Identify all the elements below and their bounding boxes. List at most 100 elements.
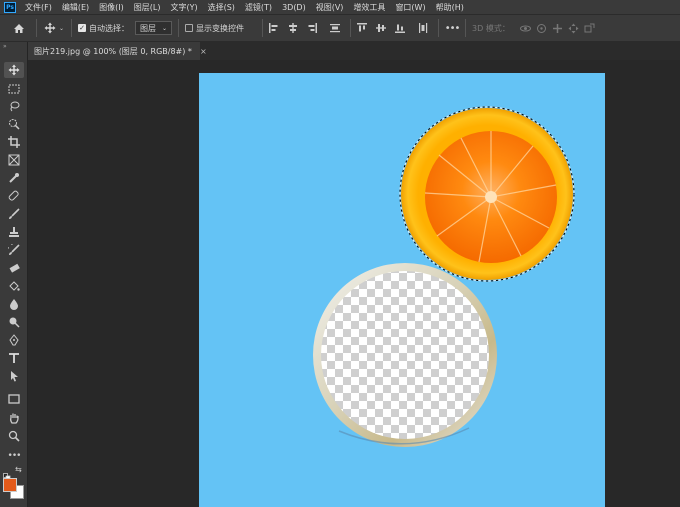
paint-bucket-icon bbox=[8, 277, 20, 296]
align-hcenter-icon[interactable] bbox=[288, 23, 298, 33]
menu-help[interactable]: 帮助(H) bbox=[431, 2, 469, 13]
clone-stamp-icon bbox=[8, 223, 20, 242]
rectangle-tool[interactable] bbox=[4, 390, 24, 406]
frame-icon bbox=[8, 151, 20, 170]
dodge-tool[interactable] bbox=[4, 314, 24, 330]
blur-icon bbox=[8, 295, 20, 314]
marquee-icon bbox=[8, 79, 20, 98]
eraser-tool[interactable] bbox=[4, 260, 24, 276]
canvas-artwork bbox=[313, 106, 575, 447]
options-bar: ⌄ ✓ 自动选择： 图层 ⌄ 显示变换控件 ••• 3D 模式： bbox=[0, 14, 680, 42]
align-top-icon[interactable] bbox=[357, 23, 368, 33]
auto-select-checkbox[interactable]: ✓ bbox=[78, 24, 86, 32]
align-vcenter-icon[interactable] bbox=[376, 23, 387, 33]
menu-plugins[interactable]: 增效工具 bbox=[348, 2, 390, 13]
crop-icon bbox=[8, 133, 20, 152]
menu-image[interactable]: 图像(I) bbox=[94, 2, 129, 13]
menu-view[interactable]: 视图(V) bbox=[311, 2, 349, 13]
close-icon[interactable]: × bbox=[200, 47, 207, 56]
paint-bucket-tool[interactable] bbox=[4, 278, 24, 294]
menu-layer[interactable]: 图层(L) bbox=[129, 2, 166, 13]
frame-tool[interactable] bbox=[4, 152, 24, 168]
move-tool-preset-icon[interactable]: ⌄ bbox=[43, 22, 65, 34]
3d-pan-icon[interactable] bbox=[550, 23, 566, 34]
move-icon bbox=[8, 61, 20, 80]
menu-edit[interactable]: 编辑(E) bbox=[57, 2, 94, 13]
quick-select-tool[interactable] bbox=[4, 116, 24, 132]
menu-window[interactable]: 窗口(W) bbox=[390, 2, 430, 13]
type-tool[interactable] bbox=[4, 350, 24, 366]
separator bbox=[262, 19, 264, 37]
menu-filter[interactable]: 滤镜(T) bbox=[240, 2, 277, 13]
menu-type[interactable]: 文字(Y) bbox=[165, 2, 202, 13]
separator bbox=[350, 19, 352, 37]
3d-mode-label: 3D 模式： bbox=[472, 23, 510, 33]
lasso-tool[interactable] bbox=[4, 98, 24, 114]
chevron-down-icon: ⌄ bbox=[162, 24, 168, 32]
more-tools-icon: ••• bbox=[7, 451, 22, 461]
align-right-icon[interactable] bbox=[307, 23, 318, 33]
document-tab-title: 图片219.jpg @ 100% (图层 0, RGB/8#) * bbox=[34, 46, 192, 56]
path-select-tool[interactable] bbox=[4, 368, 24, 384]
brush-tool[interactable] bbox=[4, 206, 24, 222]
3d-roll-icon[interactable] bbox=[534, 23, 550, 34]
move-tool[interactable] bbox=[4, 62, 24, 78]
distribute-vertical-icon[interactable] bbox=[330, 23, 341, 33]
history-brush-tool[interactable] bbox=[4, 241, 24, 260]
marquee-tool[interactable] bbox=[4, 80, 24, 96]
document-canvas[interactable] bbox=[199, 73, 605, 507]
collapse-panel-icon[interactable]: » bbox=[3, 43, 7, 50]
quick-select-icon bbox=[8, 115, 20, 134]
type-icon bbox=[8, 349, 20, 368]
document-tabs: 图片219.jpg @ 100% (图层 0, RGB/8#) * × bbox=[28, 42, 680, 60]
separator bbox=[36, 19, 37, 37]
layer-select-value: 图层 bbox=[140, 23, 156, 33]
eraser-icon bbox=[8, 259, 20, 278]
zoom-tool[interactable] bbox=[4, 428, 24, 444]
separator bbox=[178, 19, 180, 37]
path-select-icon bbox=[8, 367, 20, 386]
menu-bar: Ps 文件(F) 编辑(E) 图像(I) 图层(L) 文字(Y) 选择(S) 滤… bbox=[0, 0, 680, 14]
3d-slide-icon[interactable] bbox=[566, 23, 582, 34]
foreground-color-swatch[interactable] bbox=[3, 478, 17, 492]
rectangle-icon bbox=[8, 389, 20, 408]
eyedropper-icon bbox=[8, 169, 20, 188]
separator bbox=[438, 19, 440, 37]
align-bottom-icon[interactable] bbox=[395, 23, 406, 33]
blur-tool[interactable] bbox=[4, 296, 24, 312]
brush-icon bbox=[8, 205, 20, 224]
separator bbox=[465, 19, 467, 37]
3d-scale-icon[interactable] bbox=[582, 23, 598, 34]
auto-select-label: 自动选择： bbox=[89, 23, 129, 33]
menu-select[interactable]: 选择(S) bbox=[203, 2, 240, 13]
empty-peel-rim bbox=[313, 263, 497, 447]
crop-tool[interactable] bbox=[4, 134, 24, 150]
dodge-icon bbox=[8, 313, 20, 332]
pen-icon bbox=[8, 331, 20, 350]
align-vertical-group bbox=[357, 23, 428, 33]
show-transform-label: 显示变换控件 bbox=[196, 23, 245, 33]
orange-slice bbox=[399, 106, 575, 282]
distribute-horizontal-icon[interactable] bbox=[418, 23, 428, 33]
menu-file[interactable]: 文件(F) bbox=[20, 2, 57, 13]
show-transform-checkbox[interactable] bbox=[185, 24, 194, 32]
swap-colors-icon[interactable]: ⇆ bbox=[15, 465, 22, 474]
3d-orbit-icon[interactable] bbox=[518, 23, 534, 34]
healing-brush-tool[interactable] bbox=[4, 188, 24, 204]
zoom-icon bbox=[8, 427, 20, 446]
hand-tool[interactable] bbox=[4, 410, 24, 426]
eyedropper-tool[interactable] bbox=[4, 170, 24, 186]
document-tab[interactable]: 图片219.jpg @ 100% (图层 0, RGB/8#) * × bbox=[28, 42, 207, 60]
layer-select-dropdown[interactable]: 图层 ⌄ bbox=[135, 21, 173, 35]
separator bbox=[71, 19, 72, 37]
align-left-icon[interactable] bbox=[269, 23, 279, 33]
home-icon[interactable] bbox=[12, 23, 26, 34]
menu-3d[interactable]: 3D(D) bbox=[277, 3, 311, 12]
more-tools-button[interactable]: ••• bbox=[4, 448, 24, 464]
history-brush-icon bbox=[5, 241, 20, 260]
photoshop-logo: Ps bbox=[4, 1, 16, 13]
more-options-icon[interactable]: ••• bbox=[445, 23, 461, 34]
clone-stamp-tool[interactable] bbox=[4, 224, 24, 240]
lasso-icon bbox=[8, 97, 20, 116]
pen-tool[interactable] bbox=[4, 332, 24, 348]
